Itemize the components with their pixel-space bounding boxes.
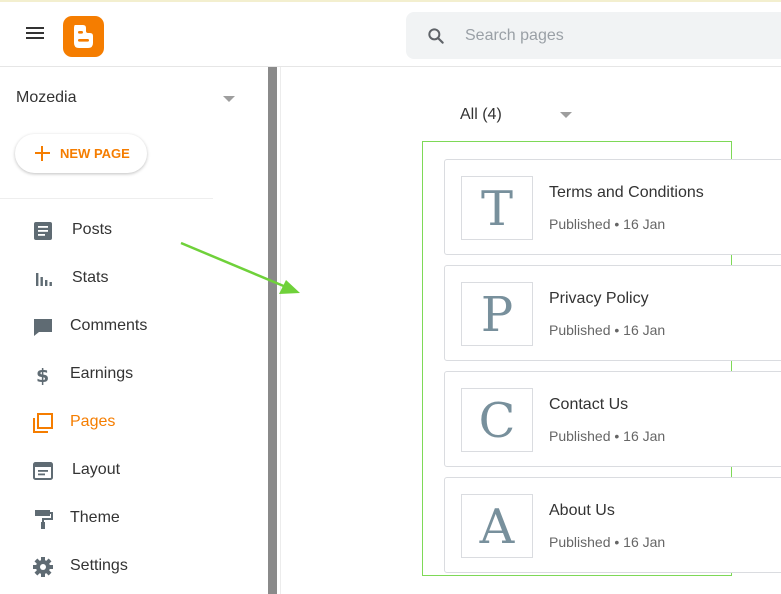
posts-icon [34, 222, 52, 240]
sidebar-item-comments[interactable]: Comments [0, 304, 260, 348]
new-page-button[interactable]: NEW PAGE [15, 134, 147, 173]
sidebar-item-label: Comments [70, 317, 148, 334]
page-card-contact[interactable]: C Contact Us Published • 16 Jan [444, 371, 781, 467]
search-bar [406, 12, 781, 59]
page-card-terms[interactable]: T Terms and Conditions Published • 16 Ja… [444, 159, 781, 255]
page-thumbnail: P [461, 282, 533, 346]
blog-name: Mozedia [16, 89, 77, 106]
thumbnail-letter: P [480, 287, 514, 343]
sidebar-item-theme[interactable]: Theme [0, 496, 260, 540]
main-panel-border [280, 67, 281, 594]
dollar-icon: $ [36, 365, 49, 386]
page-status: Published • 16 Jan [549, 322, 666, 338]
sidebar-item-settings[interactable]: Settings [0, 544, 260, 588]
comments-icon [34, 319, 52, 336]
paint-roller-icon [35, 510, 53, 529]
page-thumbnail: C [461, 388, 533, 452]
chevron-down-icon [223, 96, 235, 102]
page-thumbnail: T [461, 176, 533, 240]
sidebar-item-label: Pages [70, 413, 116, 430]
page-card-about[interactable]: A About Us Published • 16 Jan [444, 477, 781, 573]
gear-icon [33, 557, 53, 577]
sidebar-item-layout[interactable]: Layout [0, 448, 260, 492]
annotation-arrow-icon [180, 241, 300, 294]
layout-icon [33, 462, 53, 480]
page-status: Published • 16 Jan [549, 428, 666, 444]
filter-label: All (4) [460, 106, 502, 123]
page-card-privacy[interactable]: P Privacy Policy Published • 16 Jan [444, 265, 781, 361]
sidebar-divider [0, 198, 213, 199]
new-page-label: NEW PAGE [60, 146, 130, 161]
sidebar-item-label: Theme [70, 509, 120, 526]
search-input[interactable] [463, 20, 767, 52]
search-icon[interactable] [426, 26, 446, 46]
sidebar-item-pages[interactable]: Pages [0, 400, 260, 444]
page-title[interactable]: Terms and Conditions [549, 184, 704, 202]
blog-selector[interactable]: Mozedia [16, 87, 241, 111]
stats-icon [36, 273, 52, 286]
svg-text:$: $ [36, 365, 49, 386]
sidebar-item-label: Posts [72, 221, 113, 238]
thumbnail-letter: A [479, 499, 515, 555]
sidebar-item-label: Settings [70, 557, 128, 574]
app-header [0, 2, 781, 67]
page-title[interactable]: Contact Us [549, 396, 628, 414]
plus-icon [35, 146, 50, 161]
sidebar-item-label: Layout [72, 461, 121, 478]
hamburger-menu-icon[interactable] [24, 24, 46, 42]
thumbnail-letter: T [480, 181, 513, 237]
page-status: Published • 16 Jan [549, 216, 666, 232]
sidebar: Mozedia NEW PAGE Posts Stats Comments $ … [0, 67, 268, 594]
page-status: Published • 16 Jan [549, 534, 666, 550]
sidebar-scrollbar[interactable] [268, 67, 277, 594]
sidebar-item-earnings[interactable]: $ Earnings [0, 352, 260, 396]
sidebar-item-label: Earnings [70, 365, 134, 382]
page-title[interactable]: About Us [549, 502, 615, 520]
page-thumbnail: A [461, 494, 533, 558]
thumbnail-letter: C [478, 393, 516, 449]
page-filter-dropdown[interactable]: All (4) [460, 104, 580, 128]
page-title[interactable]: Privacy Policy [549, 290, 649, 308]
chevron-down-icon [560, 112, 572, 118]
blogger-logo-icon[interactable] [63, 16, 104, 57]
pages-icon [33, 413, 53, 433]
sidebar-item-label: Stats [72, 269, 109, 286]
